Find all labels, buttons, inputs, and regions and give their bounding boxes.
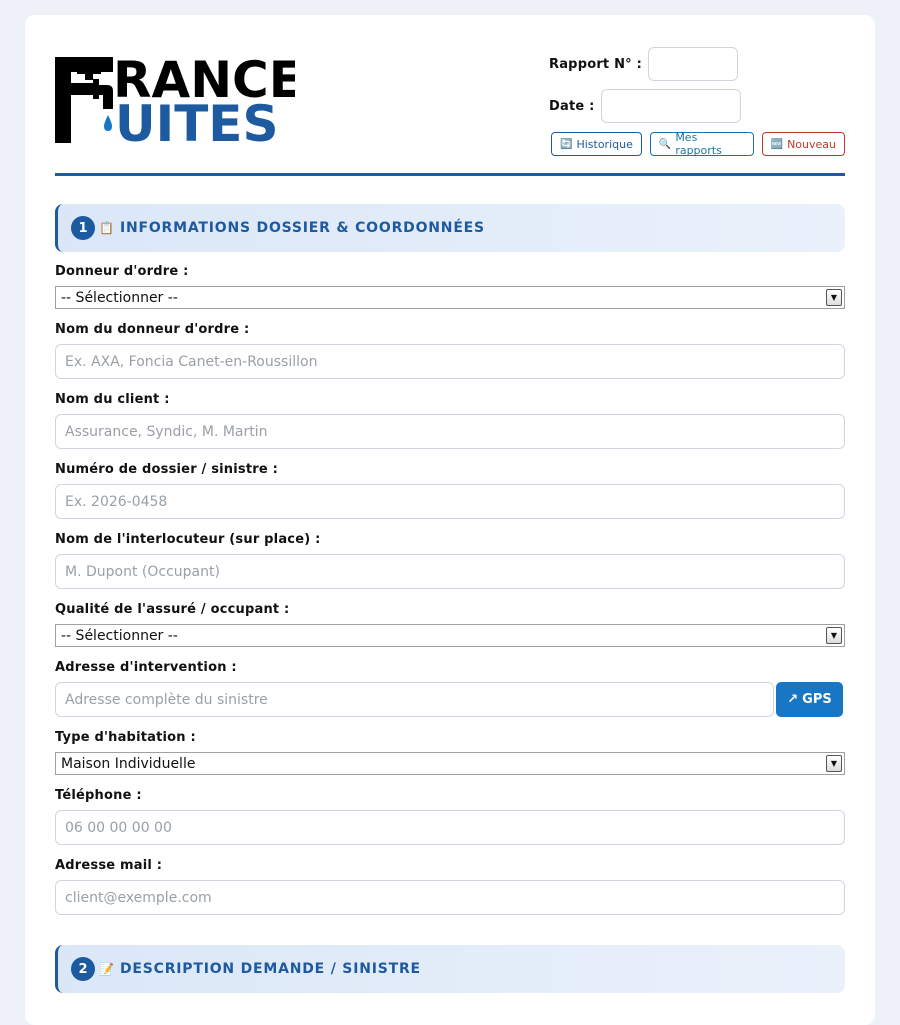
nom-donneur-label: Nom du donneur d'ordre : bbox=[55, 322, 250, 337]
section-title: INFORMATIONS DOSSIER & COORDONNÉES bbox=[119, 220, 485, 236]
section-number: 1 bbox=[71, 216, 95, 240]
mail-input[interactable]: client@exemple.com bbox=[55, 880, 845, 915]
svg-text:UITES: UITES bbox=[115, 95, 278, 145]
section-2-header: 2 📝 DESCRIPTION DEMANDE / SINISTRE bbox=[55, 945, 845, 993]
chevron-down-icon: ▼ bbox=[826, 289, 842, 306]
donneur-label: Donneur d'ordre : bbox=[55, 264, 189, 279]
nom-client-label: Nom du client : bbox=[55, 392, 170, 407]
date-input[interactable] bbox=[600, 89, 741, 123]
adresse-label: Adresse d'intervention : bbox=[55, 660, 237, 675]
search-icon: 🔍 bbox=[658, 138, 672, 150]
header: RANCE UITES Rapport N° : Date : 🔄 Histor… bbox=[55, 45, 845, 175]
dossier-input[interactable]: Ex. 2026-0458 bbox=[55, 484, 845, 519]
donneur-select[interactable]: -- Sélectionner -- ▼ bbox=[55, 286, 845, 309]
nom-client-placeholder: Assurance, Syndic, M. Martin bbox=[65, 423, 268, 440]
qualite-select[interactable]: -- Sélectionner -- ▼ bbox=[55, 624, 845, 647]
chevron-down-icon: ▼ bbox=[826, 755, 842, 772]
historique-label: Historique bbox=[576, 137, 633, 151]
report-card: RANCE UITES Rapport N° : Date : 🔄 Histor… bbox=[25, 15, 875, 1025]
historique-button[interactable]: 🔄 Historique bbox=[551, 132, 642, 156]
header-buttons: 🔄 Historique 🔍 Mes rapports 🆕 Nouveau bbox=[551, 131, 845, 157]
header-divider bbox=[55, 173, 845, 176]
telephone-input[interactable]: 06 00 00 00 00 bbox=[55, 810, 845, 845]
habitation-label: Type d'habitation : bbox=[55, 730, 196, 745]
gps-button[interactable]: ↗ GPS bbox=[776, 682, 843, 717]
mail-label: Adresse mail : bbox=[55, 858, 163, 873]
section-title: DESCRIPTION DEMANDE / SINISTRE bbox=[119, 961, 421, 977]
rapport-label: Rapport N° : bbox=[549, 56, 642, 72]
memo-icon: 📝 bbox=[99, 962, 114, 976]
qualite-select-value: -- Sélectionner -- bbox=[61, 627, 178, 644]
rapport-number-input[interactable] bbox=[647, 47, 738, 81]
interlocuteur-input[interactable]: M. Dupont (Occupant) bbox=[55, 554, 845, 589]
nouveau-button[interactable]: 🆕 Nouveau bbox=[761, 132, 845, 156]
telephone-placeholder: 06 00 00 00 00 bbox=[65, 819, 172, 836]
habitation-select[interactable]: Maison Individuelle ▼ bbox=[55, 752, 845, 775]
arrow-icon: ↗ bbox=[787, 692, 799, 707]
qualite-label: Qualité de l'assuré / occupant : bbox=[55, 602, 290, 617]
donneur-select-value: -- Sélectionner -- bbox=[61, 289, 178, 306]
clipboard-icon: 📋 bbox=[99, 221, 114, 235]
new-icon: 🆕 bbox=[770, 138, 784, 150]
dossier-placeholder: Ex. 2026-0458 bbox=[65, 493, 168, 510]
date-label: Date : bbox=[549, 98, 595, 114]
dossier-label: Numéro de dossier / sinistre : bbox=[55, 462, 279, 477]
gps-label: GPS bbox=[802, 692, 832, 707]
adresse-input[interactable]: Adresse complète du sinistre bbox=[55, 682, 774, 717]
nom-donneur-placeholder: Ex. AXA, Foncia Canet-en-Roussillon bbox=[65, 353, 318, 370]
date-row: Date : bbox=[549, 89, 741, 123]
adresse-placeholder: Adresse complète du sinistre bbox=[65, 691, 268, 708]
refresh-icon: 🔄 bbox=[560, 138, 573, 150]
nouveau-label: Nouveau bbox=[787, 137, 836, 151]
section-1-header: 1 📋 INFORMATIONS DOSSIER & COORDONNÉES bbox=[55, 204, 845, 252]
nom-donneur-input[interactable]: Ex. AXA, Foncia Canet-en-Roussillon bbox=[55, 344, 845, 379]
telephone-label: Téléphone : bbox=[55, 788, 142, 803]
section-number: 2 bbox=[71, 957, 95, 981]
mail-placeholder: client@exemple.com bbox=[65, 889, 212, 906]
rapport-row: Rapport N° : bbox=[549, 47, 738, 81]
habitation-select-value: Maison Individuelle bbox=[61, 755, 196, 772]
interlocuteur-label: Nom de l'interlocuteur (sur place) : bbox=[55, 532, 321, 547]
nom-client-input[interactable]: Assurance, Syndic, M. Martin bbox=[55, 414, 845, 449]
mes-rapports-button[interactable]: 🔍 Mes rapports bbox=[649, 131, 754, 157]
mes-rapports-label: Mes rapports bbox=[675, 131, 722, 157]
france-fuites-logo: RANCE UITES bbox=[55, 51, 303, 153]
interlocuteur-placeholder: M. Dupont (Occupant) bbox=[65, 563, 220, 580]
chevron-down-icon: ▼ bbox=[826, 627, 842, 644]
